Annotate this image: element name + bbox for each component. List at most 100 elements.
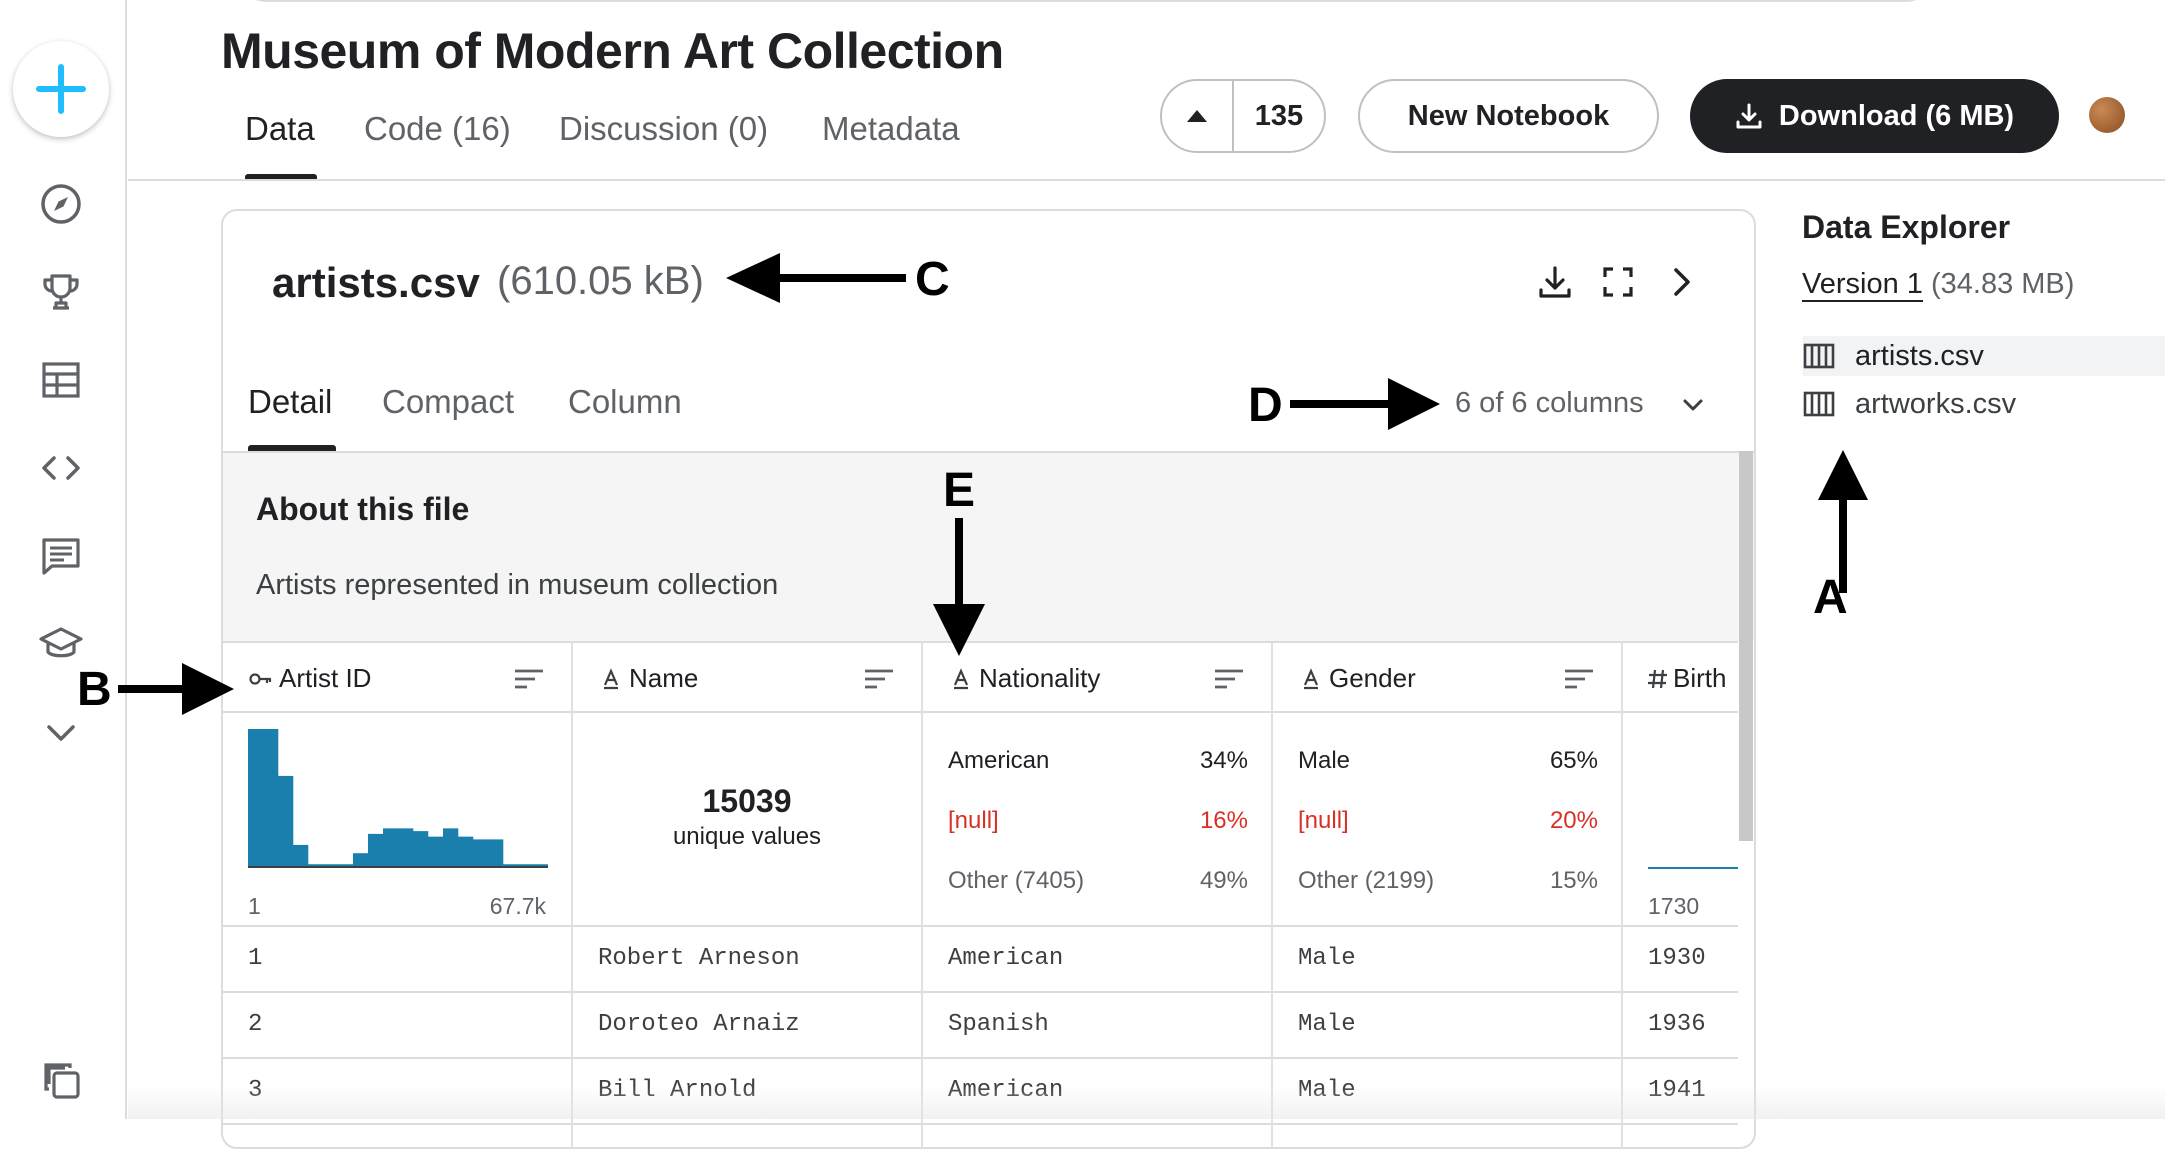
sidebar-item-discussions[interactable] <box>36 531 86 581</box>
column-nationality: Nationality American 34% [null] 16% Other … <box>923 641 1273 1147</box>
annotation-arrow-d <box>1290 378 1440 430</box>
vote-count: 135 <box>1254 99 1304 132</box>
fullscreen-button[interactable] <box>1594 258 1642 306</box>
tab-data[interactable]: Data <box>245 110 315 148</box>
column-summary: American 34% [null] 16% Other (7405) 49% <box>923 713 1271 927</box>
table-cell: Male <box>1273 927 1621 993</box>
histogram-bar <box>293 844 309 867</box>
annotation-arrow-e <box>933 518 985 656</box>
table-cell: 1 <box>223 927 571 993</box>
table-cell: 1936 <box>1623 993 1738 1059</box>
column-title: Gender <box>1329 663 1416 693</box>
columns-dropdown-toggle[interactable] <box>1673 385 1713 425</box>
table-cell: Spanish <box>923 993 1271 1059</box>
sidebar-item-recent[interactable] <box>36 1055 86 1105</box>
histogram-bar <box>278 775 294 867</box>
sidebar-item-code[interactable] <box>36 443 86 493</box>
string-icon <box>598 665 624 693</box>
school-icon <box>39 627 83 658</box>
about-file-section: About this file Artists represented in m… <box>223 451 1754 641</box>
category-percent: 65% <box>1549 747 1598 774</box>
download-icon <box>1539 266 1571 298</box>
histogram-baseline <box>1648 867 1738 869</box>
plus-icon <box>36 64 86 114</box>
column-header[interactable]: Gender <box>1273 641 1621 713</box>
sort-icon[interactable] <box>1213 665 1245 693</box>
chevron-down-icon <box>1683 399 1703 411</box>
avatar[interactable] <box>2089 97 2125 133</box>
file-item-label: artists.csv <box>1855 339 1984 372</box>
column-artist-id: Artist ID 1 67.7k 1 2 3 <box>223 641 573 1147</box>
column-gender: Gender Male 65% [null] 20% Other (2199) 15%… <box>1273 641 1623 1147</box>
about-title: About this file <box>256 491 470 527</box>
file-item-label: artworks.csv <box>1855 387 2017 420</box>
column-birth: Birth 1730 1930 1936 1941 <box>1623 641 1738 1147</box>
unique-label: unique values <box>672 823 822 850</box>
table-icon <box>42 362 80 398</box>
column-summary: 1730 <box>1623 713 1738 927</box>
download-label: Download (6 MB) <box>1778 99 2015 132</box>
columns-count[interactable]: 6 of 6 columns <box>1455 387 1644 420</box>
search-bar[interactable] <box>236 0 1936 2</box>
copy-icon <box>44 1063 80 1099</box>
column-summary: 1 67.7k <box>223 713 571 927</box>
sidebar-item-datasets[interactable] <box>36 179 86 229</box>
histogram-bar <box>398 828 414 867</box>
annotation-label-b: B <box>77 663 112 716</box>
table-cell: Doroteo Arnaiz <box>573 993 921 1059</box>
about-description: Artists represented in museum collection <box>256 569 779 601</box>
table-cell: Male <box>1273 993 1621 1059</box>
file-size: (610.05 kB) <box>497 259 704 303</box>
tab-code[interactable]: Code (16) <box>364 110 511 148</box>
histogram-bar <box>263 729 279 867</box>
category-percent: 15% <box>1549 867 1598 894</box>
sort-icon[interactable] <box>863 665 895 693</box>
histogram-bar <box>248 729 264 867</box>
sort-icon[interactable] <box>1563 665 1595 693</box>
tab-column[interactable]: Column <box>568 383 682 421</box>
unique-count: 15039 <box>702 783 792 819</box>
column-header[interactable]: Birth <box>1623 641 1738 713</box>
sort-icon[interactable] <box>513 665 545 693</box>
category-row: [null] 20% <box>1298 807 1598 835</box>
annotation-arrow-b <box>118 663 234 715</box>
download-icon <box>1736 103 1762 129</box>
download-button[interactable]: Download (6 MB) <box>1690 79 2059 153</box>
upvote-button[interactable] <box>1162 81 1234 151</box>
sidebar-item-competitions[interactable] <box>36 267 86 317</box>
new-notebook-button[interactable]: New Notebook <box>1358 79 1659 153</box>
table-file-icon <box>1803 390 1835 418</box>
column-header[interactable]: Artist ID <box>223 641 571 713</box>
category-percent: 49% <box>1199 867 1248 894</box>
tab-metadata[interactable]: Metadata <box>822 110 960 148</box>
column-title: Nationality <box>979 663 1101 693</box>
table-file-icon <box>1803 342 1835 370</box>
string-icon <box>948 665 974 693</box>
tab-discussion[interactable]: Discussion (0) <box>559 110 768 148</box>
version-info: Version 1 (34.83 MB) <box>1802 268 2074 302</box>
vertical-scrollbar[interactable] <box>1739 451 1753 841</box>
annotation-label-a: A <box>1813 571 1848 624</box>
category-row: Other (2199) 15% <box>1298 867 1598 895</box>
download-file-button[interactable] <box>1531 258 1579 306</box>
table-cell: Robert Arneson <box>573 927 921 993</box>
new-notebook-label: New Notebook <box>1407 99 1610 132</box>
next-file-button[interactable] <box>1657 258 1705 306</box>
category-percent: 20% <box>1549 807 1598 834</box>
tab-compact[interactable]: Compact <box>382 383 514 421</box>
tab-detail[interactable]: Detail <box>248 383 332 421</box>
column-header[interactable]: Name <box>573 641 921 713</box>
file-card: artists.csv (610.05 kB) Detail Compact C… <box>221 209 1756 1149</box>
histogram-bar <box>443 828 459 867</box>
file-item-artworks[interactable]: artworks.csv <box>1803 384 2165 424</box>
column-title: Name <box>629 663 699 693</box>
annotation-label-e: E <box>943 464 976 517</box>
histogram-bar <box>353 853 369 867</box>
file-item-artists[interactable]: artists.csv <box>1803 336 2165 376</box>
histogram-bar <box>383 828 399 867</box>
histogram-bar <box>368 833 384 867</box>
version-link[interactable]: Version 1 <box>1802 268 1923 302</box>
create-button[interactable] <box>13 41 109 137</box>
category-row: Other (7405) 49% <box>948 867 1248 895</box>
sidebar-item-data[interactable] <box>36 355 86 405</box>
